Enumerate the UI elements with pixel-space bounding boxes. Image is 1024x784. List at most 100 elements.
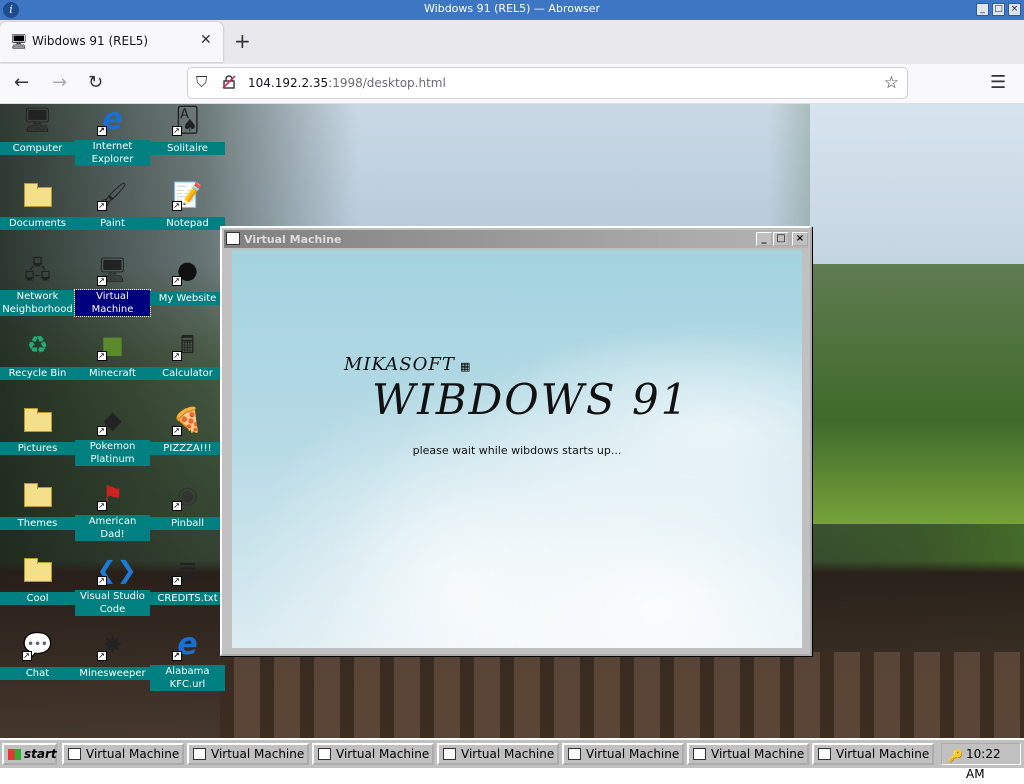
- forward-icon[interactable]: →: [52, 72, 67, 93]
- close-tab-icon[interactable]: ✕: [200, 32, 212, 48]
- vm-title-bar[interactable]: Virtual Machine _ □ ×: [224, 230, 808, 248]
- desktop-icon-pictures[interactable]: Pictures: [0, 404, 75, 455]
- wallpaper-sky: [810, 104, 1024, 264]
- shortcut-arrow-icon: ↗: [171, 576, 182, 586]
- desktop-icon-label: Internet Explorer: [75, 140, 150, 166]
- calculator-icon: 🖩 ↗: [171, 331, 195, 361]
- tab-title: Wibdows 91 (REL5): [32, 34, 149, 48]
- computer-icon: [818, 748, 831, 760]
- desktop-icon-label: Documents: [0, 217, 75, 230]
- desktop-icon-label: Cool: [0, 592, 75, 605]
- url-text[interactable]: 104.192.2.35:1998/desktop.html: [248, 76, 446, 90]
- desktop-icon-network-neighborhood[interactable]: 🖧 Network Neighborhood: [0, 254, 75, 316]
- start-button[interactable]: start: [2, 743, 57, 765]
- desktop-icon-solitaire[interactable]: 🂡 ↗ Solitaire: [150, 104, 225, 155]
- virtual-machine-window[interactable]: Virtual Machine _ □ × MIKASOFT ▦ WIBDOWS…: [220, 226, 812, 656]
- network-icon: 🖧: [24, 256, 51, 284]
- desktop-icon-american-dad[interactable]: ⚑ ↗ American Dad!: [75, 479, 150, 541]
- taskbar-button-label: Virtual Machine: [586, 747, 680, 761]
- desktop-icon-pizzza[interactable]: 🍕 ↗ PIZZZA!!!: [150, 404, 225, 455]
- shortcut-arrow-icon: ↗: [171, 276, 182, 286]
- desktop-icon-my-website[interactable]: ● ↗ My Website: [150, 254, 225, 305]
- chat-icon: 💬 ↗: [21, 631, 53, 661]
- new-tab-button[interactable]: +: [234, 29, 251, 53]
- desktop-icon-label: Paint: [75, 217, 150, 230]
- desktop-icon-chat[interactable]: 💬 ↗ Chat: [0, 629, 75, 680]
- shortcut-arrow-icon: ↗: [171, 126, 182, 136]
- insecure-lock-icon[interactable]: [222, 75, 236, 89]
- windows-logo-icon: [8, 749, 21, 760]
- shortcut-arrow-icon: ↗: [171, 501, 182, 511]
- desktop-icon-paint[interactable]: 🖌 ↗ Paint: [75, 179, 150, 230]
- taskbar-button-virtual-machine[interactable]: Virtual Machine: [62, 743, 184, 765]
- menu-icon[interactable]: ☰: [990, 72, 1006, 93]
- flag-icon: ⚑ ↗: [96, 481, 124, 511]
- system-tray: 🔑 10:22 AM: [941, 743, 1021, 781]
- minimize-window-button[interactable]: _: [976, 3, 989, 16]
- internet-explorer-icon: e ↗: [96, 104, 123, 137]
- shortcut-arrow-icon: ↗: [96, 201, 107, 211]
- vm-boot-screen[interactable]: MIKASOFT ▦ WIBDOWS 91 please wait while …: [232, 250, 802, 648]
- navigation-toolbar: ← → ↻ ⛉ 104.192.2.35:1998/desktop.html ☆…: [0, 64, 1024, 104]
- desktop-icon-minecraft[interactable]: ■ ↗ Minecraft: [75, 329, 150, 380]
- folder-icon: [22, 479, 54, 511]
- minesweeper-icon: ✸ ↗: [96, 631, 123, 661]
- taskbar-button-virtual-machine[interactable]: Virtual Machine: [562, 743, 684, 765]
- desktop-icon-pokemon-platinum[interactable]: ◆ ↗ Pokemon Platinum: [75, 404, 150, 466]
- desktop-icon-themes[interactable]: Themes: [0, 479, 75, 530]
- desktop-icon-label: Notepad: [150, 217, 225, 230]
- vm-maximize-button[interactable]: □: [773, 232, 789, 246]
- taskbar-button-virtual-machine[interactable]: Virtual Machine: [437, 743, 559, 765]
- computer-icon: [443, 748, 456, 760]
- desktop-icon-virtual-machine[interactable]: 🖥 ↗ Virtual Machine: [74, 254, 151, 317]
- desktop-icon-visual-studio-code[interactable]: ❮❯ ↗ Visual Studio Code: [75, 554, 150, 616]
- desktop-icon-internet-explorer[interactable]: e ↗ Internet Explorer: [75, 104, 150, 166]
- shortcut-arrow-icon: ↗: [96, 126, 107, 136]
- folder-icon: [22, 404, 54, 436]
- taskbar-button-label: Virtual Machine: [211, 747, 305, 761]
- browser-tab[interactable]: 🖥 Wibdows 91 (REL5) ✕: [0, 22, 223, 62]
- taskbar-button-virtual-machine[interactable]: Virtual Machine: [812, 743, 934, 765]
- desktop-icon-label: Computer: [0, 142, 75, 155]
- taskbar-button-label: Virtual Machine: [336, 747, 430, 761]
- taskbar-button-label: Virtual Machine: [86, 747, 180, 761]
- reload-icon[interactable]: ↻: [88, 72, 103, 93]
- vm-close-button[interactable]: ×: [792, 232, 808, 246]
- desktop-icon-label: My Website: [150, 292, 225, 305]
- taskbar-button-label: Virtual Machine: [711, 747, 805, 761]
- desktop-icon-notepad[interactable]: 📝 ↗ Notepad: [150, 179, 225, 230]
- desktop[interactable]: 🖥 Computer e ↗ Internet Explorer 🂡 ↗ Solitaire D…: [0, 104, 1024, 738]
- desktop-icon-pinball[interactable]: ◉ ↗ Pinball: [150, 479, 225, 530]
- shortcut-arrow-icon: ↗: [171, 351, 182, 361]
- taskbar-button-virtual-machine[interactable]: Virtual Machine: [187, 743, 309, 765]
- vm-minimize-button[interactable]: _: [756, 232, 772, 246]
- address-bar[interactable]: ⛉ 104.192.2.35:1998/desktop.html ☆: [187, 67, 908, 99]
- desktop-icon-label: Visual Studio Code: [75, 590, 150, 616]
- desktop-icon-documents[interactable]: Documents: [0, 179, 75, 230]
- taskbar-button-virtual-machine[interactable]: Virtual Machine: [687, 743, 809, 765]
- window-title: Wibdows 91 (REL5) — Abrowser: [424, 2, 600, 15]
- maximize-window-button[interactable]: □: [992, 3, 1005, 16]
- recycle-bin-icon: ♻: [26, 331, 49, 359]
- shortcut-arrow-icon: ↗: [96, 276, 107, 286]
- desktop-icon-label: Pictures: [0, 442, 75, 455]
- desktop-icon-label: Chat: [0, 667, 75, 680]
- folder-icon: [22, 179, 54, 211]
- desktop-icon-cool[interactable]: Cool: [0, 554, 75, 605]
- close-window-button[interactable]: ×: [1008, 3, 1021, 16]
- desktop-icon-credits-txt[interactable]: ≣ ↗ CREDITS.txt: [150, 554, 225, 605]
- back-icon[interactable]: ←: [14, 72, 29, 93]
- desktop-icon-minesweeper[interactable]: ✸ ↗ Minesweeper: [75, 629, 150, 680]
- vm-product-name: WIBDOWS 91: [372, 375, 690, 424]
- shield-icon[interactable]: ⛉: [196, 73, 207, 91]
- desktop-icon-computer[interactable]: 🖥 Computer: [0, 104, 75, 155]
- shortcut-arrow-icon: ↗: [96, 651, 107, 661]
- desktop-icon-calculator[interactable]: 🖩 ↗ Calculator: [150, 329, 225, 380]
- desktop-icon-label: PIZZZA!!!: [150, 442, 225, 455]
- desktop-icon-label: Minesweeper: [75, 667, 150, 680]
- taskbar-button-virtual-machine[interactable]: Virtual Machine: [312, 743, 434, 765]
- desktop-icon-recycle-bin[interactable]: ♻ Recycle Bin: [0, 329, 75, 380]
- desktop-icon-alabama-kfc-url[interactable]: e ↗ Alabama KFC.url: [150, 629, 225, 691]
- wallpaper-bridge: [220, 652, 1024, 738]
- bookmark-star-icon[interactable]: ☆: [884, 73, 899, 93]
